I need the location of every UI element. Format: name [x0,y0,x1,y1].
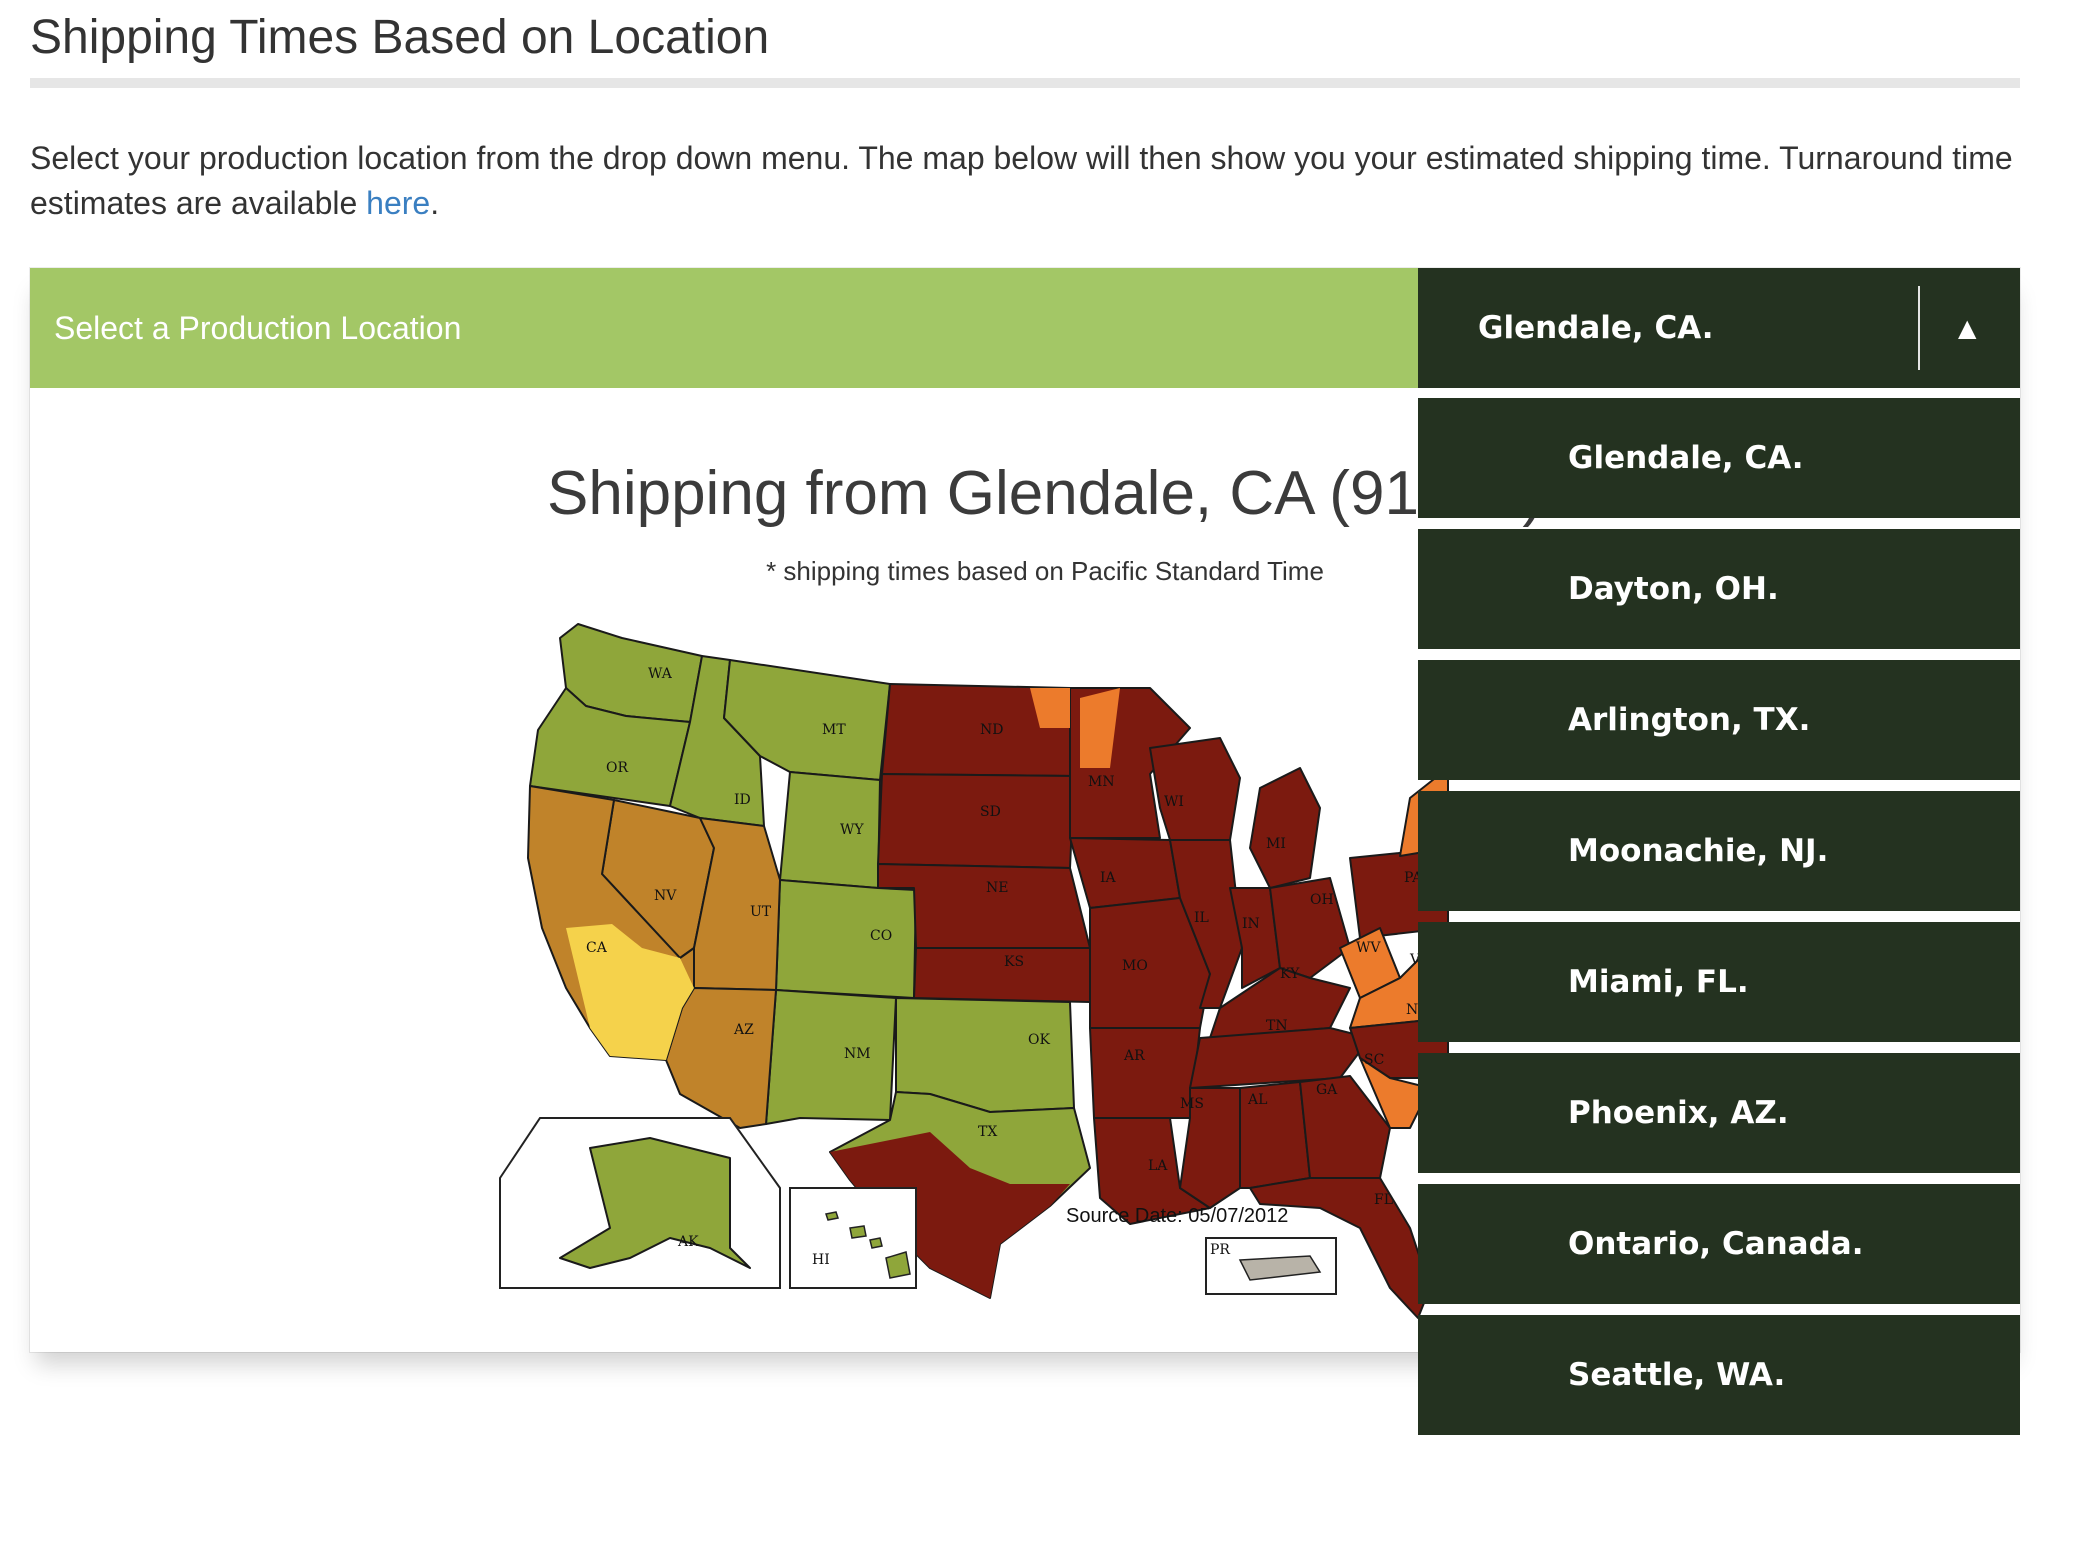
intro-sentence: Select your production location from the… [30,140,2013,221]
location-option-glendale[interactable]: Glendale, CA. [1418,398,2020,518]
label-la: LA [1148,1158,1168,1174]
option-label: Ontario, Canada. [1568,1226,1864,1262]
label-wv: WV [1356,940,1381,956]
intro-period: . [430,185,440,221]
label-in: IN [1242,916,1260,932]
label-sc: SC [1364,1052,1384,1068]
label-ca: CA [586,940,608,956]
label-fl: FL [1374,1192,1393,1208]
label-mi: MI [1266,836,1286,852]
location-dropdown-menu: Glendale, CA. Dayton, OH. Arlington, TX.… [1418,398,2020,1446]
label-ne: NE [986,880,1008,896]
option-label: Moonachie, NJ. [1568,833,1829,869]
label-nm: NM [844,1046,871,1062]
label-tn: TN [1266,1018,1288,1034]
label-mn: MN [1088,774,1115,790]
label-mt: MT [822,722,846,738]
label-al: AL [1247,1092,1267,1108]
label-ak: AK [677,1234,699,1250]
state-wy [779,771,881,889]
label-pr: PR [1210,1242,1230,1258]
location-option-arlington[interactable]: Arlington, TX. [1418,660,2020,780]
label-az: AZ [733,1022,754,1038]
map-source-date: Source Date: 05/07/2012 [1066,1205,1288,1227]
turnaround-link[interactable]: here [366,185,430,221]
label-il: IL [1194,910,1209,926]
state-mi [1249,767,1321,889]
state-wi [1149,737,1241,841]
title-divider [30,78,2020,88]
label-nv: NV [654,888,677,904]
location-option-seattle[interactable]: Seattle, WA. [1418,1315,2020,1435]
label-ky: KY [1280,966,1300,982]
location-selector-bar: Select a Production Location Glendale, C… [30,268,2020,388]
label-oh: OH [1310,892,1334,908]
label-wi: WI [1164,794,1184,810]
location-option-phoenix[interactable]: Phoenix, AZ. [1418,1053,2020,1173]
location-option-dayton[interactable]: Dayton, OH. [1418,529,2020,649]
intro-text: Select your production location from the… [30,136,2030,226]
selected-location: Glendale, CA. [1478,310,1714,346]
label-ks: KS [1004,954,1024,970]
label-ia: IA [1100,870,1117,886]
state-co [775,879,917,999]
label-id: ID [734,792,751,808]
state-nm [765,989,897,1125]
location-option-moonachie[interactable]: Moonachie, NJ. [1418,791,2020,911]
label-tx: TX [978,1124,997,1140]
caret-up-icon[interactable]: ▲ [1958,268,1976,388]
label-or: OR [606,760,628,776]
label-ms: MS [1180,1096,1204,1112]
page-title: Shipping Times Based on Location [30,11,770,64]
location-option-ontario[interactable]: Ontario, Canada. [1418,1184,2020,1304]
label-wa: WA [648,666,673,682]
label-wy: WY [840,822,864,838]
location-option-miami[interactable]: Miami, FL. [1418,922,2020,1042]
label-sd: SD [980,804,1001,820]
option-label: Phoenix, AZ. [1568,1095,1789,1131]
state-sd [877,773,1075,869]
label-mo: MO [1122,958,1148,974]
option-label: Glendale, CA. [1568,440,1804,476]
state-ia [1069,837,1181,909]
location-select[interactable]: Glendale, CA. ▲ [1418,268,2020,388]
select-divider [1918,286,1920,370]
label-hi: HI [812,1252,830,1268]
option-label: Seattle, WA. [1568,1357,1786,1393]
label-nd: ND [980,722,1003,738]
selector-label: Select a Production Location [54,310,462,346]
option-label: Arlington, TX. [1568,702,1811,738]
label-ut: UT [750,904,772,920]
option-label: Miami, FL. [1568,964,1749,1000]
label-ga: GA [1316,1082,1338,1098]
label-ok: OK [1028,1032,1050,1048]
option-label: Dayton, OH. [1568,571,1779,607]
label-ar: AR [1123,1048,1145,1064]
label-co: CO [870,928,892,944]
state-ks [913,947,1091,1003]
